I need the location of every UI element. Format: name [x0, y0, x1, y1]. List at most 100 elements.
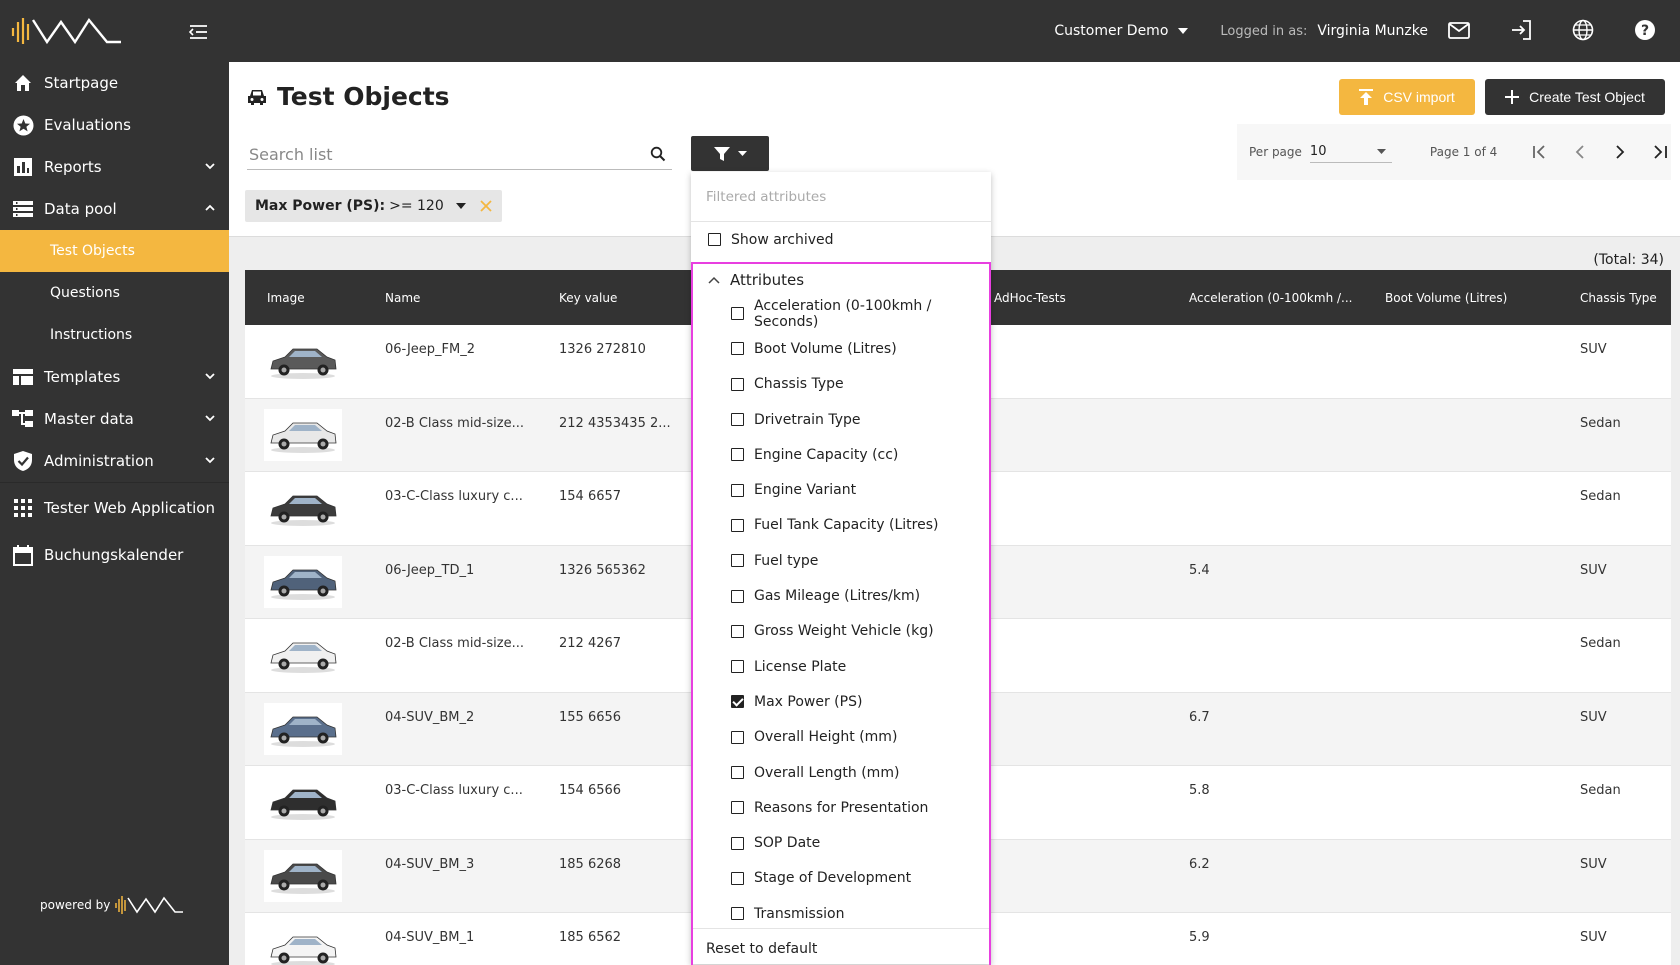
attribute-option[interactable]: Max Power (PS): [693, 684, 989, 719]
cell-name: 03-C-Class luxury c...: [385, 489, 523, 504]
car-image: [270, 936, 337, 965]
filter-button[interactable]: [691, 136, 769, 171]
attribute-option[interactable]: Overall Height (mm): [693, 720, 989, 755]
attribute-checkbox[interactable]: [731, 589, 744, 603]
attribute-list: Acceleration (0-100kmh / Seconds) Boot Vo…: [693, 296, 989, 931]
attributes-toggle[interactable]: Attributes: [693, 264, 989, 296]
attribute-checkbox[interactable]: [731, 448, 744, 462]
attribute-option[interactable]: Acceleration (0-100kmh / Seconds): [693, 296, 989, 331]
attribute-option[interactable]: Gross Weight Vehicle (kg): [693, 614, 989, 649]
column-header-image[interactable]: Image: [267, 291, 305, 305]
sidebar-item-data-pool[interactable]: Data pool: [0, 188, 229, 230]
last-page-icon[interactable]: [1651, 143, 1669, 161]
attribute-checkbox[interactable]: [731, 801, 744, 815]
sidebar-subitem-instructions[interactable]: Instructions: [0, 314, 229, 356]
attribute-option[interactable]: Transmission: [693, 896, 989, 931]
language-globe-icon[interactable]: [1572, 19, 1596, 43]
car-image: [270, 642, 337, 673]
total-count: (Total: 34): [1593, 252, 1664, 268]
column-header-key-value[interactable]: Key value: [559, 291, 617, 305]
attribute-checkbox[interactable]: [731, 836, 744, 850]
attribute-label: Engine Variant: [754, 482, 857, 499]
tenant-label: Customer Demo: [1054, 23, 1169, 39]
prev-page-icon[interactable]: [1571, 143, 1589, 161]
attribute-checkbox[interactable]: [731, 660, 744, 674]
active-filter-chip[interactable]: Max Power (PS): >= 120: [245, 190, 502, 222]
cell-name: 04-SUV_BM_2: [385, 709, 475, 725]
sidebar-subitem-test-objects[interactable]: Test Objects: [0, 230, 229, 272]
caret-down-icon[interactable]: [455, 203, 466, 209]
attribute-option[interactable]: Fuel type: [693, 543, 989, 578]
sidebar-item-tester-web-app[interactable]: Tester Web Application: [0, 487, 229, 529]
attribute-label: Acceleration (0-100kmh / Seconds): [754, 297, 932, 330]
hierarchy-icon: [12, 408, 34, 430]
attribute-checkbox[interactable]: [731, 695, 744, 709]
column-header-boot-volume[interactable]: Boot Volume (Litres): [1385, 291, 1507, 305]
attribute-checkbox[interactable]: [731, 377, 744, 391]
sidebar-item-buchungskalender[interactable]: Buchungskalender: [0, 534, 229, 576]
attribute-checkbox[interactable]: [731, 307, 744, 321]
column-header-name[interactable]: Name: [385, 291, 420, 305]
sidebar-item-templates[interactable]: Templates: [0, 356, 229, 398]
attribute-option[interactable]: Engine Variant: [693, 472, 989, 507]
column-header-adhoc-tests[interactable]: AdHoc-Tests: [994, 291, 1066, 305]
sidebar-item-reports[interactable]: Reports: [0, 146, 229, 188]
attributes-section: Attributes Acceleration (0-100kmh / Seco…: [691, 262, 991, 965]
sidebar-item-startpage[interactable]: Startpage: [0, 62, 229, 104]
template-icon: [12, 366, 34, 388]
logout-icon[interactable]: [1510, 19, 1534, 43]
create-test-object-button[interactable]: Create Test Object: [1485, 79, 1665, 115]
attribute-checkbox[interactable]: [731, 871, 744, 885]
brand-logo-small: [115, 896, 184, 914]
attribute-checkbox[interactable]: [731, 766, 744, 779]
mail-icon[interactable]: [1448, 19, 1472, 43]
attribute-option[interactable]: Gas Mileage (Litres/km): [693, 578, 989, 613]
column-header-chassis-type[interactable]: Chassis Type: [1580, 291, 1657, 305]
attribute-checkbox[interactable]: [731, 907, 744, 921]
cell-name: 02-B Class mid-size...: [385, 636, 524, 651]
attribute-option[interactable]: Reasons for Presentation: [693, 790, 989, 825]
vehicle-thumbnail: [264, 482, 342, 534]
attribute-option[interactable]: License Plate: [693, 649, 989, 684]
help-icon[interactable]: ?: [1634, 19, 1658, 43]
next-page-icon[interactable]: [1611, 143, 1629, 161]
attribute-checkbox[interactable]: [731, 518, 744, 532]
filter-icon: [713, 146, 730, 161]
attribute-option[interactable]: Overall Length (mm): [693, 755, 989, 790]
attribute-option[interactable]: SOP Date: [693, 825, 989, 860]
first-page-icon[interactable]: [1531, 143, 1549, 161]
sidebar-item-administration[interactable]: Administration: [0, 440, 229, 482]
attribute-checkbox[interactable]: [731, 342, 744, 356]
attribute-checkbox[interactable]: [731, 483, 744, 497]
car-image: [270, 348, 337, 379]
cell-chassis: SUV: [1580, 709, 1607, 725]
per-page-select[interactable]: 10: [1309, 141, 1392, 163]
attribute-option[interactable]: Engine Capacity (cc): [693, 437, 989, 472]
filtered-attributes-input[interactable]: Filtered attributes: [691, 172, 991, 222]
search-input[interactable]: [247, 145, 627, 164]
attributes-label: Attributes: [730, 271, 805, 289]
attribute-option[interactable]: Drivetrain Type: [693, 402, 989, 437]
attribute-option[interactable]: Stage of Development: [693, 861, 989, 896]
csv-import-button[interactable]: CSV import: [1339, 79, 1475, 115]
collapse-menu-icon[interactable]: [187, 22, 209, 42]
attribute-checkbox[interactable]: [731, 730, 744, 744]
attribute-option[interactable]: Chassis Type: [693, 367, 989, 402]
sidebar-item-master-data[interactable]: Master data: [0, 398, 229, 440]
reset-to-default-button[interactable]: Reset to default: [693, 928, 989, 965]
tenant-selector[interactable]: Customer Demo: [1054, 23, 1189, 39]
attribute-option[interactable]: Boot Volume (Litres): [693, 331, 989, 366]
sidebar-subitem-questions[interactable]: Questions: [0, 272, 229, 314]
attribute-option[interactable]: Fuel Tank Capacity (Litres): [693, 508, 989, 543]
sidebar-item-evaluations[interactable]: Evaluations: [0, 104, 229, 146]
search-icon[interactable]: [650, 146, 666, 162]
attribute-checkbox[interactable]: [731, 554, 744, 568]
attribute-checkbox[interactable]: [731, 624, 744, 638]
show-archived-option[interactable]: Show archived: [691, 222, 991, 257]
show-archived-checkbox[interactable]: [708, 233, 721, 246]
cell-accel: 6.2: [1189, 856, 1210, 872]
attribute-checkbox[interactable]: [731, 413, 744, 427]
column-header-acceleration[interactable]: Acceleration (0-100kmh /...: [1189, 291, 1352, 305]
filter-dropdown: Filtered attributes Show archived Attrib…: [691, 172, 991, 965]
remove-filter-icon[interactable]: [480, 200, 492, 212]
